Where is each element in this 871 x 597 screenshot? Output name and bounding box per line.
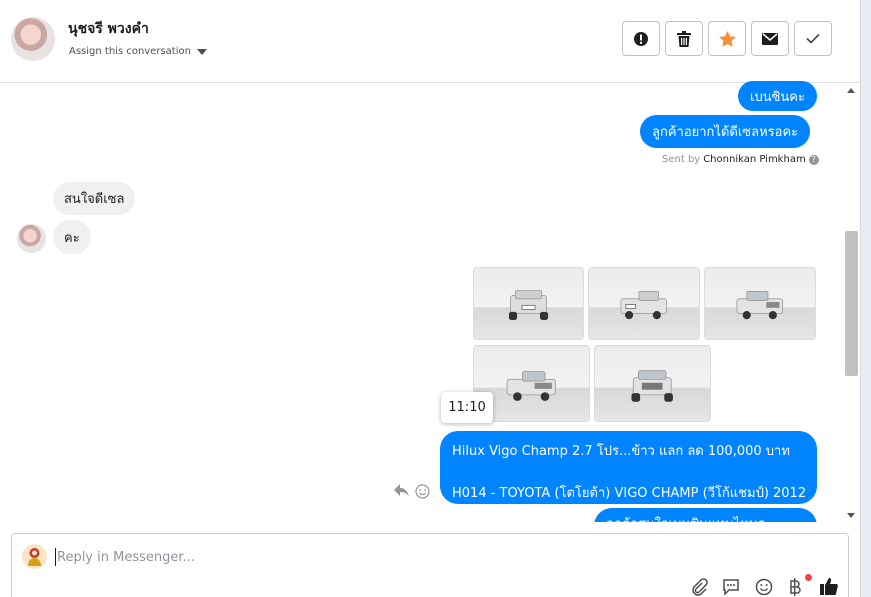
- scroll-down-arrow-icon[interactable]: [847, 513, 855, 518]
- truck-front-view: [631, 369, 674, 402]
- message-bubble-incoming[interactable]: คะ: [53, 220, 91, 254]
- message-bubble-outgoing[interactable]: ลูกค้าอยากได้ดีเซลหรอคะ: [640, 115, 811, 148]
- emoji-reaction-icon[interactable]: [415, 484, 430, 499]
- delete-button[interactable]: [665, 21, 703, 56]
- message-text: คะ: [64, 230, 80, 246]
- saved-replies-icon[interactable]: [722, 578, 740, 596]
- message-text: สนใจดีเซล: [64, 192, 125, 207]
- help-question-icon[interactable]: ?: [808, 154, 819, 165]
- vehicle-photo[interactable]: [594, 345, 711, 422]
- scroll-up-arrow-icon[interactable]: [847, 88, 855, 93]
- vehicle-photo[interactable]: [588, 267, 700, 340]
- message-text: ลูกค้าอยากได้ดีเซลหรอคะ: [652, 125, 799, 140]
- scrollbar-thumb[interactable]: [845, 231, 858, 376]
- message-text: เบนซินคะ: [750, 89, 805, 105]
- page-avatar: [22, 544, 47, 569]
- caret-down-icon: [196, 48, 207, 55]
- sent-by-label: Sent by Chonnikan Pimkham ?: [662, 154, 819, 165]
- reply-composer: [11, 533, 849, 597]
- listing-title: Hilux Vigo Champ 2.7 โปร...ข้าว แลก ลด 1…: [452, 444, 790, 459]
- assign-conversation-dropdown[interactable]: Assign this conversation: [69, 46, 207, 57]
- paperclip-icon[interactable]: [690, 578, 708, 596]
- assign-label: Assign this conversation: [69, 46, 191, 57]
- sender-name: Chonnikan Pimkham: [703, 154, 806, 165]
- vehicle-photo[interactable]: [473, 267, 584, 340]
- thumbs-up-icon[interactable]: [819, 576, 839, 596]
- page-logo-icon: [28, 548, 41, 566]
- trash-icon: [677, 30, 691, 47]
- truck-rear-view: [508, 290, 549, 321]
- mark-done-button[interactable]: [794, 21, 832, 56]
- timestamp-tooltip: 11:10: [441, 392, 493, 423]
- message-text: ลูกค้าสนใจเบนซินแทนไหมคะ: [594, 508, 817, 522]
- emoji-icon[interactable]: [755, 578, 773, 596]
- message-bubble-outgoing[interactable]: Hilux Vigo Champ 2.7 โปร...ข้าว แลก ลด 1…: [440, 431, 817, 504]
- message-scrollbar[interactable]: [843, 84, 860, 522]
- sent-by-prefix: Sent by: [662, 154, 701, 165]
- mark-unread-button[interactable]: [751, 21, 789, 56]
- listing-subtitle: H014 - TOYOTA (โตโยต้า) VIGO CHAMP (วีโก…: [452, 486, 807, 501]
- vehicle-photo[interactable]: [704, 267, 816, 340]
- contact-avatar[interactable]: [11, 17, 55, 61]
- checkmark-icon: [806, 33, 820, 44]
- side-panel-edge: [860, 0, 871, 597]
- payment-baht-icon[interactable]: [788, 578, 802, 596]
- message-bubble-incoming[interactable]: สนใจดีเซล: [53, 182, 136, 215]
- message-bubble-outgoing[interactable]: เบนซินคะ: [738, 81, 817, 111]
- spam-button[interactable]: [622, 21, 660, 56]
- truck-rear-angle-view: [620, 291, 668, 320]
- alert-circle-icon: [634, 31, 648, 46]
- timestamp-text: 11:10: [448, 400, 486, 415]
- reply-input[interactable]: [55, 548, 655, 566]
- notification-dot: [805, 574, 812, 581]
- star-icon: [718, 30, 736, 47]
- contact-avatar-small[interactable]: [17, 224, 46, 253]
- message-bubble-outgoing[interactable]: ลูกค้าสนใจเบนซินแทนไหมคะ: [594, 508, 817, 522]
- contact-name[interactable]: นุชจรี พวงคำ: [68, 18, 149, 40]
- envelope-icon: [762, 32, 778, 45]
- reply-icon[interactable]: [393, 483, 410, 498]
- star-button[interactable]: [708, 21, 746, 56]
- truck-front-left-view: [506, 370, 557, 401]
- conversation-header: นุชจรี พวงคำ Assign this conversation: [0, 0, 860, 83]
- truck-front-angle-view: [736, 291, 784, 320]
